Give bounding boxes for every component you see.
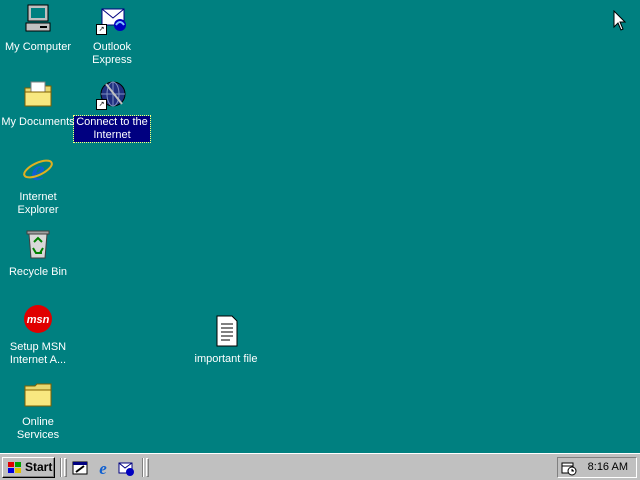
internet-explorer-icon: e	[22, 153, 54, 187]
desktop-icon-label: Internet Explorer	[17, 191, 59, 216]
desktop-icon-online-services[interactable]: Online Services	[0, 378, 76, 443]
start-button[interactable]: Start	[2, 457, 55, 478]
folder-icon	[22, 378, 54, 410]
recycle-bin-icon	[22, 228, 54, 260]
desktop-icon-my-computer[interactable]: My Computer	[0, 3, 76, 55]
desktop-icon-internet-explorer[interactable]: e Internet Explorer	[0, 153, 76, 218]
desktop-icon-label: Recycle Bin	[8, 266, 68, 278]
desktop-icon-label: Setup MSN Internet A...	[9, 341, 67, 366]
desktop-icon-label: Outlook Express	[92, 41, 132, 66]
desktop-icon-label: important file	[194, 353, 258, 365]
scheduled-tasks-icon[interactable]	[561, 460, 577, 476]
windows-logo-icon	[8, 462, 21, 473]
outlook-express-icon[interactable]	[117, 459, 135, 477]
desktop-icon-label: Online Services	[16, 416, 60, 441]
taskbar-clock[interactable]: 8:16 AM	[588, 458, 628, 477]
folder-documents-icon	[22, 78, 54, 110]
desktop-icon-recycle-bin[interactable]: Recycle Bin	[0, 228, 76, 280]
desktop-icon-label: Connect to the Internet	[73, 115, 151, 143]
toolbar-grip[interactable]	[146, 458, 149, 477]
svg-text:e: e	[31, 154, 44, 185]
desktop-icon-connect-to-internet[interactable]: ↗ Connect to the Internet	[73, 78, 151, 143]
msn-icon: msn	[22, 303, 54, 335]
desktop-icon-my-documents[interactable]: My Documents	[0, 78, 76, 130]
globe-connection-icon: ↗	[96, 78, 128, 110]
system-tray: 8:16 AM	[557, 457, 637, 478]
taskbar-separator	[60, 458, 62, 477]
desktop-icon-outlook-express[interactable]: ↗ Outlook Express	[74, 3, 150, 68]
desktop-icon-label: My Computer	[4, 41, 72, 53]
taskbar: Start e 8:16 AM	[0, 453, 640, 480]
desktop-icon-important-file[interactable]: important file	[186, 315, 266, 367]
taskbar-separator	[142, 458, 144, 477]
svg-text:msn: msn	[27, 314, 50, 326]
start-label: Start	[25, 460, 53, 474]
internet-explorer-icon[interactable]: e	[94, 459, 112, 477]
toolbar-grip[interactable]	[64, 458, 67, 477]
shortcut-arrow-icon: ↗	[96, 99, 107, 110]
computer-icon	[22, 3, 54, 35]
outlook-express-icon: ↗	[96, 3, 128, 35]
svg-text:e: e	[99, 459, 107, 477]
desktop-icon-setup-msn[interactable]: msn Setup MSN Internet A...	[0, 303, 76, 368]
mouse-pointer-icon	[613, 10, 627, 31]
text-document-icon	[210, 315, 242, 347]
shortcut-arrow-icon: ↗	[96, 24, 107, 35]
desktop-icon-label: My Documents	[1, 116, 75, 128]
show-desktop-icon[interactable]	[71, 459, 89, 477]
desktop[interactable]: My Computer ↗ Outlook Express My Documen…	[0, 0, 640, 453]
